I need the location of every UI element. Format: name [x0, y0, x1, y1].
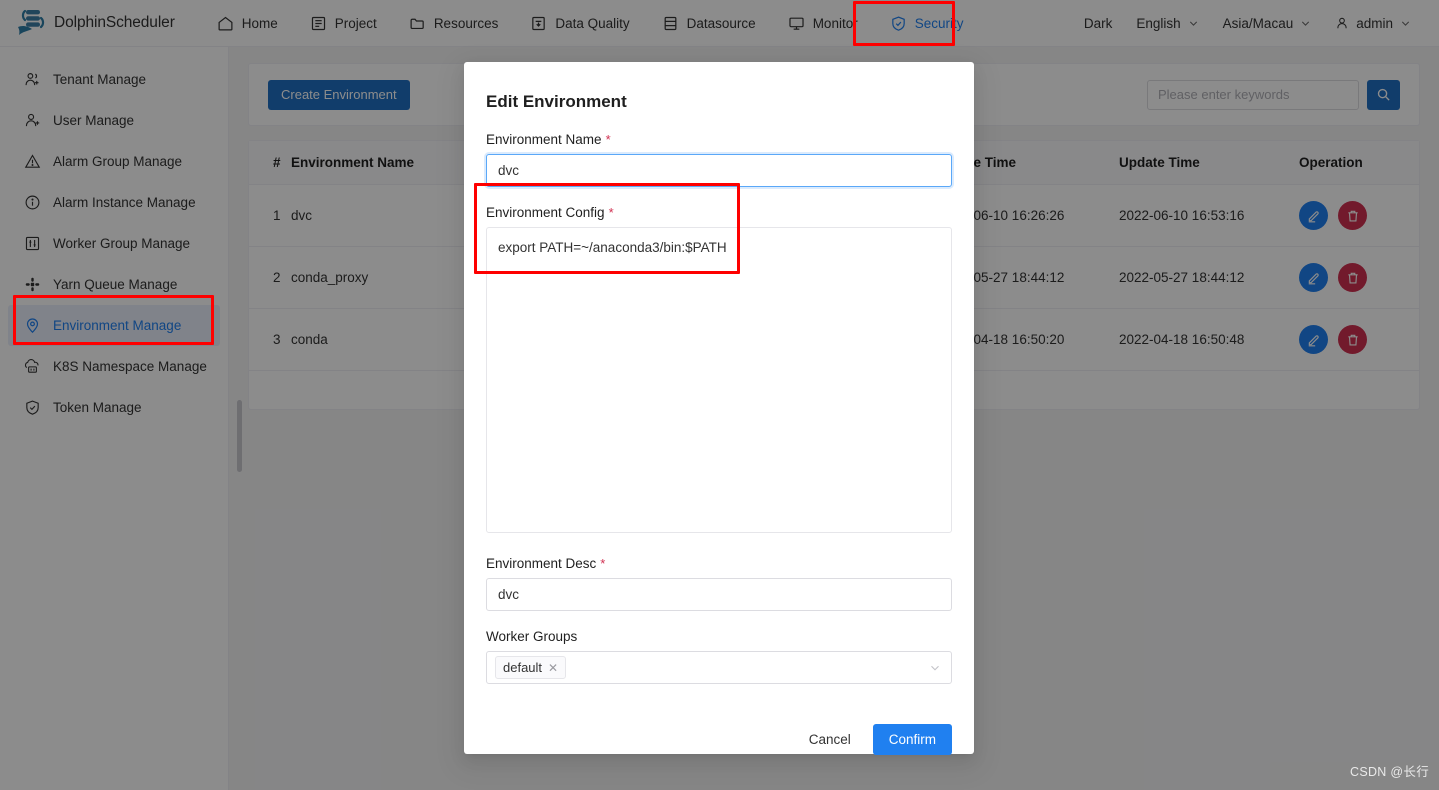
cancel-button[interactable]: Cancel [801, 726, 859, 753]
environment-name-label-row: Environment Name * [486, 132, 952, 147]
environment-config-label-row: Environment Config * [486, 205, 952, 220]
worker-groups-label-row: Worker Groups [486, 629, 952, 644]
app-root: DolphinScheduler Home Project Resources … [0, 0, 1439, 790]
close-icon[interactable]: ✕ [548, 662, 558, 674]
worker-groups-select[interactable]: default ✕ [486, 651, 952, 684]
environment-config-textarea[interactable] [486, 227, 952, 533]
environment-desc-input[interactable] [486, 578, 952, 611]
environment-config-field: Environment Config * [486, 205, 952, 538]
environment-desc-label: Environment Desc [486, 556, 597, 571]
confirm-button[interactable]: Confirm [872, 724, 952, 755]
required-asterisk: * [600, 556, 606, 571]
worker-group-tag-label: default [503, 660, 543, 675]
environment-config-label: Environment Config [486, 205, 605, 220]
environment-name-label: Environment Name [486, 132, 602, 147]
environment-name-input[interactable] [486, 154, 952, 187]
required-asterisk: * [605, 132, 611, 147]
watermark: CSDN @长行 [1350, 765, 1429, 779]
chevron-down-icon [931, 665, 939, 671]
worker-group-tag[interactable]: default ✕ [495, 656, 567, 679]
required-asterisk: * [608, 205, 614, 220]
modal-title: Edit Environment [486, 92, 627, 111]
worker-groups-field: Worker Groups default ✕ [486, 629, 952, 684]
worker-groups-label: Worker Groups [486, 629, 578, 644]
modal-footer: Cancel Confirm [486, 702, 952, 779]
environment-name-field: Environment Name * [486, 132, 952, 187]
environment-desc-field: Environment Desc * [486, 556, 952, 611]
edit-environment-modal: Edit Environment Environment Name * Envi… [464, 62, 974, 755]
environment-desc-label-row: Environment Desc * [486, 556, 952, 571]
